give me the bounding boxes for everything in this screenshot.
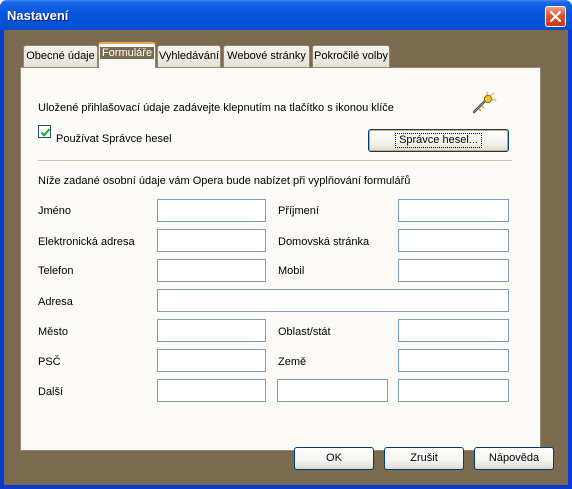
- tab-general-label: Obecné údaje: [26, 50, 95, 62]
- password-manager-button[interactable]: Správce hesel...: [368, 129, 509, 152]
- other-input-3[interactable]: [398, 379, 509, 402]
- ok-button-label: OK: [326, 452, 342, 464]
- mobile-input[interactable]: [398, 259, 509, 282]
- use-password-manager-label[interactable]: Používat Správce hesel: [56, 133, 172, 145]
- tab-forms[interactable]: Formuláře: [98, 42, 156, 68]
- ok-button[interactable]: OK: [294, 447, 374, 470]
- other-input-2[interactable]: [277, 379, 388, 402]
- city-input[interactable]: [157, 319, 266, 342]
- email-input[interactable]: [157, 229, 266, 252]
- window-title: Nastavení: [7, 8, 69, 23]
- last-name-label: Příjmení: [278, 205, 319, 217]
- homepage-label: Domovská stránka: [278, 236, 370, 248]
- settings-window: Nastavení Obecné údaje Formuláře Vyhledá…: [0, 0, 572, 489]
- last-name-input[interactable]: [398, 199, 509, 222]
- mobile-label: Mobil: [278, 265, 305, 277]
- tab-search-label: Vyhledávání: [158, 50, 220, 62]
- close-icon: [550, 11, 561, 22]
- phone-input[interactable]: [157, 259, 266, 282]
- cancel-button[interactable]: Zrušit: [384, 447, 464, 470]
- tab-forms-label: Formuláře: [99, 47, 155, 59]
- tab-advanced-label: Pokročilé volby: [314, 50, 388, 62]
- tab-general[interactable]: Obecné údaje: [23, 45, 98, 67]
- personal-info-text: Níže zadané osobní údaje vám Opera bude …: [38, 175, 411, 187]
- help-button-label: Nápověda: [488, 452, 540, 464]
- address-label: Adresa: [38, 296, 73, 308]
- tab-web-pages[interactable]: Webové stránky: [223, 45, 310, 67]
- other-input-1[interactable]: [157, 379, 266, 402]
- city-label: Město: [38, 326, 68, 338]
- use-password-manager-checkbox[interactable]: [38, 125, 51, 138]
- cancel-button-label: Zrušit: [410, 452, 438, 464]
- country-input[interactable]: [398, 349, 509, 372]
- state-input[interactable]: [398, 319, 509, 342]
- other-label: Další: [38, 386, 64, 398]
- tab-search[interactable]: Vyhledávání: [157, 45, 221, 67]
- tab-web-pages-label: Webové stránky: [227, 50, 306, 62]
- email-label: Elektronická adresa: [38, 236, 135, 248]
- country-label: Země: [278, 356, 307, 368]
- close-button[interactable]: [545, 6, 566, 27]
- address-input[interactable]: [157, 289, 509, 312]
- tab-advanced[interactable]: Pokročilé volby: [312, 45, 390, 67]
- first-name-label: Jméno: [38, 205, 72, 217]
- separator: [38, 160, 512, 162]
- wand-key-icon: [470, 91, 498, 119]
- title-bar[interactable]: Nastavení: [0, 0, 572, 30]
- password-manager-button-label: Správce hesel...: [395, 133, 482, 148]
- phone-label: Telefon: [38, 265, 74, 277]
- dialog-body: Obecné údaje Formuláře Vyhledávání Webov…: [4, 30, 568, 485]
- first-name-input[interactable]: [157, 199, 266, 222]
- homepage-input[interactable]: [398, 229, 509, 252]
- checkmark-icon: [40, 128, 51, 137]
- zip-label: PSČ: [38, 356, 61, 368]
- state-label: Oblast/stát: [278, 326, 331, 338]
- saved-login-info-text: Uložené přihlašovací údaje zadávejte kle…: [38, 102, 394, 114]
- help-button[interactable]: Nápověda: [474, 447, 554, 470]
- zip-input[interactable]: [157, 349, 266, 372]
